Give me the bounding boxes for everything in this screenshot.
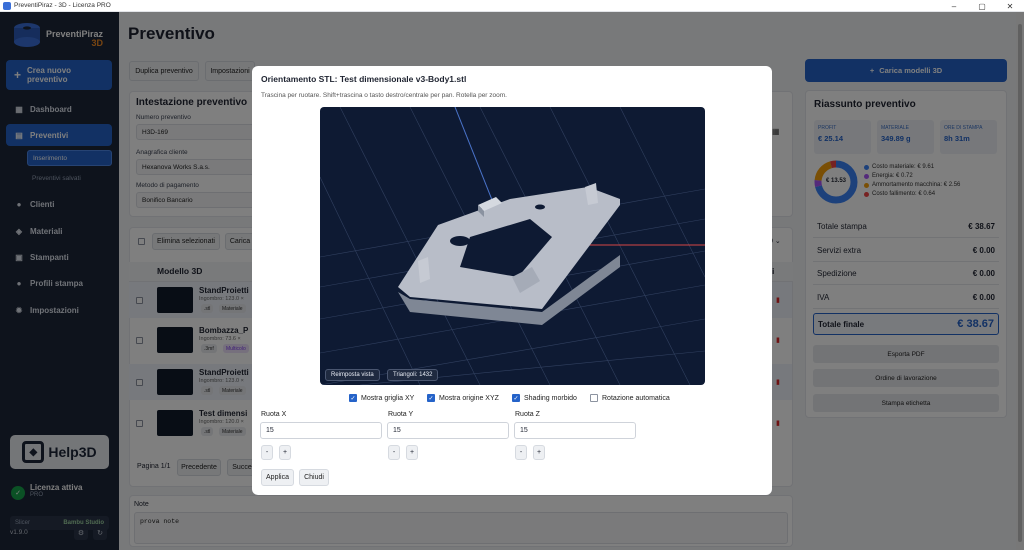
maximize-button[interactable]: ▢ — [968, 0, 996, 12]
dialog-hint: Trascina per ruotare. Shift+trascina o t… — [261, 92, 507, 99]
rotate-x-input[interactable]: 15 — [260, 422, 382, 439]
rotate-z-input[interactable]: 15 — [514, 422, 636, 439]
close-dialog-button[interactable]: Chiudi — [299, 469, 329, 486]
rotate-y-minus-button[interactable]: - — [388, 445, 400, 460]
rotate-z-plus-button[interactable]: + — [533, 445, 545, 460]
plate-small-hole — [450, 236, 470, 246]
option-label: Mostra origine XYZ — [439, 394, 499, 402]
triangles-count: Triangoli: 1432 — [387, 369, 439, 381]
reset-view-button[interactable]: Reimposta vista — [325, 369, 380, 381]
rotate-x-minus-button[interactable]: - — [261, 445, 273, 460]
option-smooth-shading[interactable]: ✓ Shading morbido — [512, 394, 577, 402]
rotate-y-input[interactable]: 15 — [387, 422, 509, 439]
rotate-y-plus-button[interactable]: + — [406, 445, 418, 460]
plate-block — [418, 257, 430, 283]
rotate-x-plus-button[interactable]: + — [279, 445, 291, 460]
3d-model-render — [320, 107, 705, 385]
checkbox-checked[interactable]: ✓ — [349, 394, 357, 402]
rotate-x-label: Ruota X — [261, 411, 287, 418]
plate-small-hole — [535, 204, 545, 210]
rotate-y-label: Ruota Y — [388, 411, 414, 418]
apply-button[interactable]: Applica — [261, 469, 294, 486]
window-titlebar: PreventiPiraz - 3D - Licenza PRO – ▢ ✕ — [0, 0, 1024, 12]
close-window-button[interactable]: ✕ — [996, 0, 1024, 12]
option-label: Rotazione automatica — [602, 394, 670, 402]
option-auto-rotate[interactable]: Rotazione automatica — [590, 394, 670, 402]
checkbox-unchecked[interactable] — [590, 394, 598, 402]
app-icon — [3, 1, 11, 10]
3d-viewport[interactable]: Reimposta vista Triangoli: 1432 — [320, 107, 705, 385]
option-show-origin[interactable]: ✓ Mostra origine XYZ — [427, 394, 499, 402]
checkbox-checked[interactable]: ✓ — [427, 394, 435, 402]
checkbox-checked[interactable]: ✓ — [512, 394, 520, 402]
window-title: PreventiPiraz - 3D - Licenza PRO — [14, 2, 111, 9]
option-label: Mostra griglia XY — [361, 394, 415, 402]
option-label: Shading morbido — [524, 394, 577, 402]
stl-orientation-dialog: Orientamento STL: Test dimensionale v3-B… — [252, 66, 772, 495]
minimize-button[interactable]: – — [940, 0, 968, 12]
option-show-grid[interactable]: ✓ Mostra griglia XY — [349, 394, 414, 402]
dialog-title: Orientamento STL: Test dimensionale v3-B… — [261, 74, 467, 84]
rotate-z-label: Ruota Z — [515, 411, 540, 418]
rotate-z-minus-button[interactable]: - — [515, 445, 527, 460]
